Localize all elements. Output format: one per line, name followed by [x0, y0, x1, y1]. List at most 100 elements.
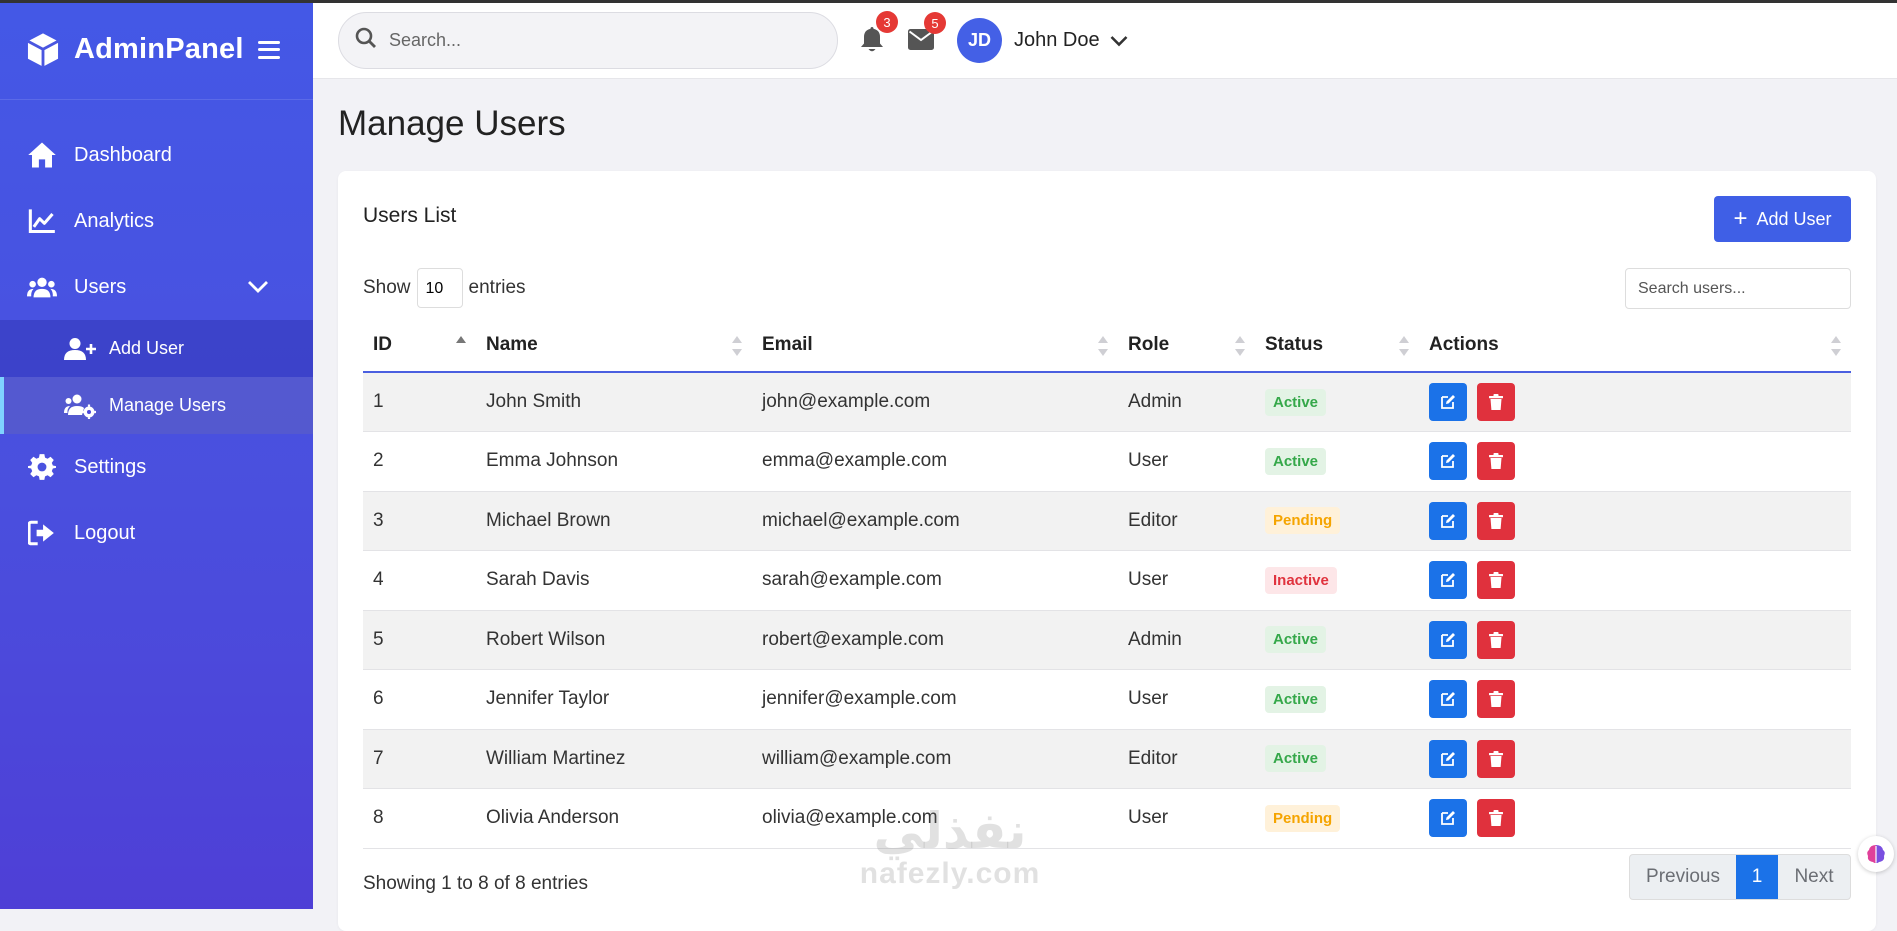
cell-id: 8	[363, 788, 476, 849]
users-cog-icon	[64, 393, 96, 419]
trash-icon	[1489, 572, 1503, 589]
table-row: 7 William Martinez william@example.com Edit…	[363, 729, 1851, 789]
column-header-actions[interactable]: Actions	[1419, 319, 1851, 373]
table-row: 1 John Smith john@example.com Admin Active	[363, 372, 1851, 432]
sidebar-item-label: Settings	[74, 455, 147, 478]
users-card: Users List + Add User Show 10 entries ID…	[338, 171, 1876, 931]
cell-role: User	[1118, 669, 1255, 730]
menu-toggle-icon[interactable]	[257, 40, 280, 59]
delete-button[interactable]	[1477, 680, 1515, 719]
trash-icon	[1489, 631, 1503, 648]
cell-status: Active	[1255, 729, 1419, 789]
entries-label: entries	[468, 277, 526, 298]
cell-email: olivia@example.com	[752, 788, 1118, 849]
edit-button[interactable]	[1429, 620, 1467, 659]
table-row: 6 Jennifer Taylor jennifer@example.com User…	[363, 669, 1851, 730]
avatar: JD	[957, 18, 1002, 63]
cell-id: 5	[363, 610, 476, 670]
brain-icon[interactable]	[1858, 836, 1894, 872]
edit-button[interactable]	[1429, 442, 1467, 481]
page-length-control: Show 10 entries	[363, 268, 526, 308]
delete-button[interactable]	[1477, 739, 1515, 778]
edit-button[interactable]	[1429, 383, 1467, 421]
pagination-next[interactable]: Next	[1778, 855, 1850, 899]
global-search[interactable]	[338, 12, 838, 69]
cell-actions	[1419, 550, 1851, 611]
sidebar-item-manage-users[interactable]: Manage Users	[0, 377, 313, 434]
cell-status: Active	[1255, 431, 1419, 492]
sidebar-item-label: Users	[74, 275, 127, 298]
status-badge: Pending	[1265, 507, 1341, 535]
cell-actions	[1419, 431, 1851, 492]
cell-role: User	[1118, 550, 1255, 611]
chevron-down-icon	[247, 280, 269, 294]
add-user-button-label: Add User	[1756, 208, 1832, 229]
trash-icon	[1489, 750, 1503, 767]
sidebar-item-dashboard[interactable]: Dashboard	[0, 122, 313, 188]
delete-button[interactable]	[1477, 442, 1515, 481]
table-row: 4 Sarah Davis sarah@example.com User Inactiv…	[363, 550, 1851, 611]
status-badge: Active	[1265, 626, 1327, 654]
cell-actions	[1419, 669, 1851, 730]
top-header: 3 5 JD John Doe	[313, 0, 1897, 79]
cell-name: William Martinez	[476, 729, 752, 789]
card-title: Users List	[363, 204, 457, 227]
sidebar-item-logout[interactable]: Logout	[0, 500, 313, 566]
sidebar-item-settings[interactable]: Settings	[0, 434, 313, 500]
cell-status: Active	[1255, 610, 1419, 670]
cell-actions	[1419, 491, 1851, 551]
edit-icon	[1440, 691, 1456, 707]
table-search-input[interactable]	[1625, 268, 1851, 309]
column-header-role[interactable]: Role	[1118, 319, 1255, 373]
delete-button[interactable]	[1477, 561, 1515, 600]
brand-name: AdminPanel	[74, 33, 244, 65]
notifications-bell-icon[interactable]: 3	[860, 11, 898, 52]
edit-icon	[1440, 394, 1456, 410]
cell-role: Editor	[1118, 491, 1255, 551]
cell-actions	[1419, 788, 1851, 849]
edit-button[interactable]	[1429, 501, 1467, 540]
edit-button[interactable]	[1429, 799, 1467, 838]
sort-icon	[1235, 336, 1245, 356]
cell-id: 6	[363, 669, 476, 730]
cell-name: Michael Brown	[476, 491, 752, 551]
user-menu[interactable]: JD John Doe	[957, 18, 1128, 63]
delete-button[interactable]	[1477, 501, 1515, 540]
column-header-id[interactable]: ID	[363, 319, 476, 373]
cell-status: Active	[1255, 372, 1419, 432]
edit-icon	[1440, 632, 1456, 648]
column-header-name[interactable]: Name	[476, 319, 752, 373]
sidebar-item-add-user[interactable]: Add User	[0, 320, 313, 377]
window-top-border	[0, 0, 1897, 3]
sort-ascending-icon	[456, 336, 466, 356]
page-length-select[interactable]: 10	[416, 268, 463, 308]
cell-name: Emma Johnson	[476, 431, 752, 492]
sidebar-item-analytics[interactable]: Analytics	[0, 188, 313, 254]
home-icon	[27, 140, 57, 170]
cell-email: michael@example.com	[752, 491, 1118, 551]
trash-icon	[1489, 512, 1503, 529]
edit-button[interactable]	[1429, 739, 1467, 778]
brand: AdminPanel	[0, 0, 313, 100]
cell-name: Jennifer Taylor	[476, 669, 752, 730]
edit-button[interactable]	[1429, 680, 1467, 719]
status-badge: Active	[1265, 685, 1327, 713]
search-input[interactable]	[389, 30, 809, 51]
cell-status: Active	[1255, 669, 1419, 730]
cell-email: sarah@example.com	[752, 550, 1118, 611]
pagination-previous[interactable]: Previous	[1630, 855, 1736, 899]
add-user-button[interactable]: + Add User	[1714, 196, 1851, 242]
sidebar-item-users[interactable]: Users	[0, 254, 313, 320]
status-badge: Inactive	[1265, 566, 1337, 594]
delete-button[interactable]	[1477, 383, 1515, 421]
delete-button[interactable]	[1477, 799, 1515, 838]
column-header-status[interactable]: Status	[1255, 319, 1419, 373]
column-header-email[interactable]: Email	[752, 319, 1118, 373]
edit-icon	[1440, 751, 1456, 767]
pagination-page-1[interactable]: 1	[1736, 855, 1778, 899]
cell-id: 2	[363, 431, 476, 492]
sort-icon	[1831, 336, 1841, 356]
edit-button[interactable]	[1429, 561, 1467, 600]
delete-button[interactable]	[1477, 620, 1515, 659]
messages-envelope-icon[interactable]: 5	[908, 12, 946, 55]
